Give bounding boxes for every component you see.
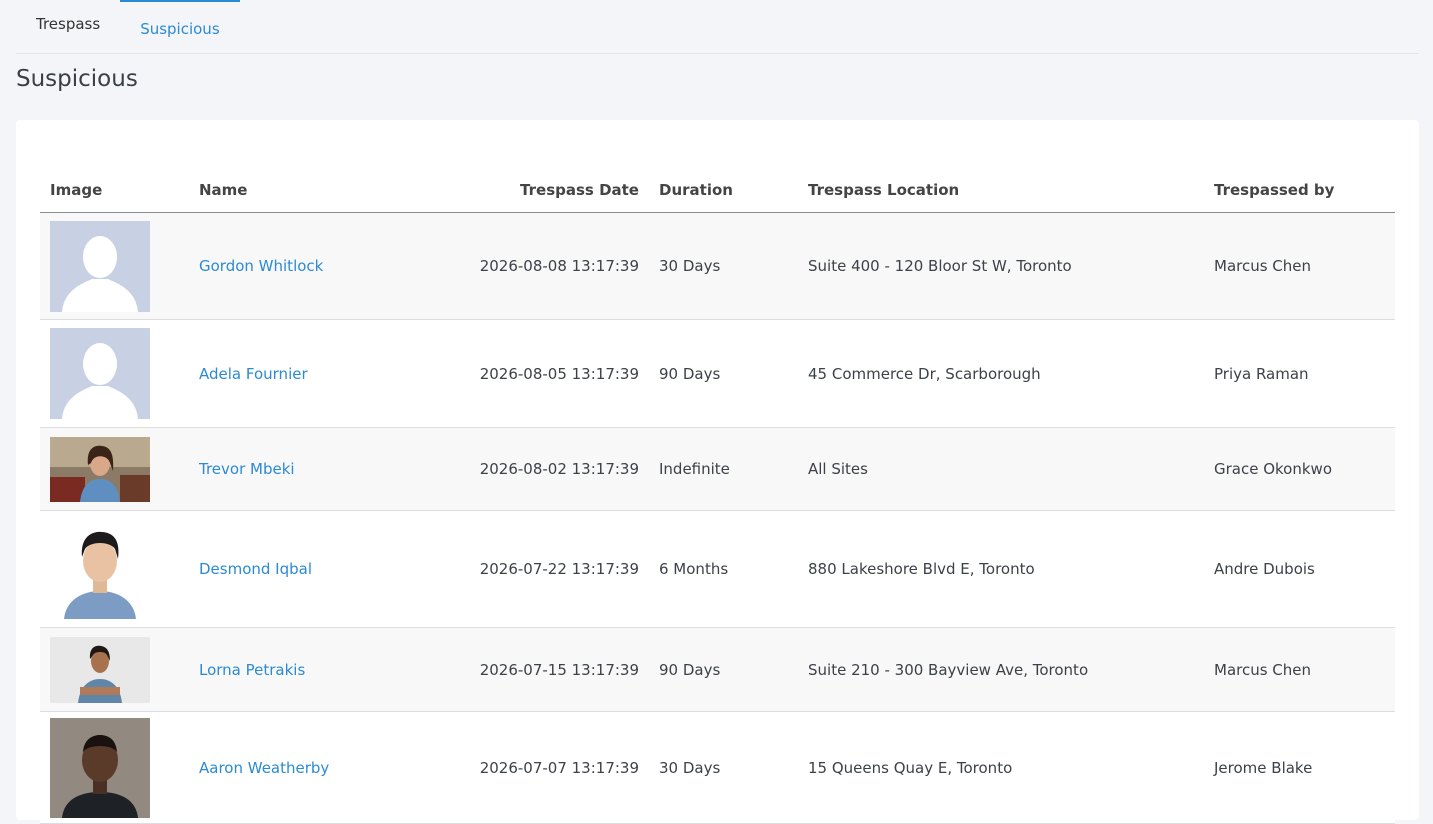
- person-photo: [50, 519, 150, 619]
- person-photo: [50, 717, 150, 818]
- person-name-link[interactable]: Trevor Mbeki: [199, 460, 295, 478]
- row-name-cell: Adela Fournier: [189, 319, 409, 428]
- row-trespassed-by-cell: Marcus Chen: [1204, 212, 1395, 320]
- column-header-name[interactable]: Name: [189, 168, 409, 213]
- row-duration-cell: 6 Months: [649, 510, 798, 628]
- row-name-cell: Desmond Iqbal: [189, 510, 409, 628]
- row-trespassed-by-cell: Grace Okonkwo: [1204, 427, 1395, 511]
- row-duration-cell: Indefinite: [649, 427, 798, 511]
- row-duration-cell: 90 Days: [649, 627, 798, 712]
- row-image-cell: [40, 427, 189, 511]
- row-location-cell: All Sites: [798, 427, 1204, 511]
- column-header-trespass-location[interactable]: Trespass Location: [798, 168, 1204, 213]
- row-duration-cell: 30 Days: [649, 212, 798, 320]
- row-date-cell: 2026-08-08 13:17:39: [409, 212, 649, 320]
- placeholder-avatar-icon: [50, 220, 150, 312]
- row-location-cell: 15 Queens Quay E, Toronto: [798, 711, 1204, 824]
- person-photo: [50, 436, 150, 502]
- row-date-cell: 2026-08-02 13:17:39: [409, 427, 649, 511]
- table-row[interactable]: Gordon Whitlock 2026-08-08 13:17:39 30 D…: [40, 212, 1395, 320]
- row-name-cell: Trevor Mbeki: [189, 427, 409, 511]
- suspicious-table: Image Name Trespass Date Duration Trespa…: [40, 168, 1395, 824]
- suspicious-table-card: Image Name Trespass Date Duration Trespa…: [16, 120, 1419, 824]
- row-name-cell: Aaron Weatherby: [189, 711, 409, 824]
- row-date-cell: 2026-07-22 13:17:39: [409, 510, 649, 628]
- row-trespassed-by-cell: Jerome Blake: [1204, 711, 1395, 824]
- row-date-cell: 2026-08-05 13:17:39: [409, 319, 649, 428]
- tab-trespass[interactable]: Trespass: [16, 0, 120, 53]
- row-duration-cell: 30 Days: [649, 711, 798, 824]
- column-header-trespassed-by[interactable]: Trespassed by: [1204, 168, 1395, 213]
- page-title: Suspicious: [16, 66, 138, 92]
- table-header-row: Image Name Trespass Date Duration Trespa…: [40, 168, 1395, 213]
- person-name-link[interactable]: Desmond Iqbal: [199, 560, 312, 578]
- row-date-cell: 2026-07-15 13:17:39: [409, 627, 649, 712]
- person-photo: [50, 636, 150, 703]
- row-image-cell: [40, 510, 189, 628]
- table-row[interactable]: Adela Fournier 2026-08-05 13:17:39 90 Da…: [40, 319, 1395, 428]
- column-header-image[interactable]: Image: [40, 168, 189, 213]
- table-row[interactable]: Desmond Iqbal 2026-07-22 13:17:39 6 Mont…: [40, 510, 1395, 628]
- placeholder-avatar-icon: [50, 328, 150, 419]
- person-name-link[interactable]: Lorna Petrakis: [199, 661, 305, 679]
- row-trespassed-by-cell: Priya Raman: [1204, 319, 1395, 428]
- person-name-link[interactable]: Gordon Whitlock: [199, 257, 323, 275]
- row-duration-cell: 90 Days: [649, 319, 798, 428]
- row-location-cell: Suite 400 - 120 Bloor St W, Toronto: [798, 212, 1204, 320]
- row-name-cell: Lorna Petrakis: [189, 627, 409, 712]
- column-header-duration[interactable]: Duration: [649, 168, 798, 213]
- row-name-cell: Gordon Whitlock: [189, 212, 409, 320]
- person-name-link[interactable]: Aaron Weatherby: [199, 759, 329, 777]
- person-name-link[interactable]: Adela Fournier: [199, 365, 308, 383]
- tab-bar: Trespass Suspicious: [16, 0, 1419, 54]
- row-location-cell: 880 Lakeshore Blvd E, Toronto: [798, 510, 1204, 628]
- row-image-cell: [40, 319, 189, 428]
- tab-suspicious[interactable]: Suspicious: [120, 0, 240, 53]
- row-location-cell: 45 Commerce Dr, Scarborough: [798, 319, 1204, 428]
- row-trespassed-by-cell: Marcus Chen: [1204, 627, 1395, 712]
- table-row[interactable]: Aaron Weatherby 2026-07-07 13:17:39 30 D…: [40, 711, 1395, 824]
- row-image-cell: [40, 627, 189, 712]
- table-row[interactable]: Trevor Mbeki 2026-08-02 13:17:39 Indefin…: [40, 427, 1395, 511]
- row-date-cell: 2026-07-07 13:17:39: [409, 711, 649, 824]
- row-image-cell: [40, 711, 189, 824]
- column-header-trespass-date[interactable]: Trespass Date: [409, 168, 649, 213]
- row-image-cell: [40, 212, 189, 320]
- table-row[interactable]: Lorna Petrakis 2026-07-15 13:17:39 90 Da…: [40, 627, 1395, 712]
- row-trespassed-by-cell: Andre Dubois: [1204, 510, 1395, 628]
- row-location-cell: Suite 210 - 300 Bayview Ave, Toronto: [798, 627, 1204, 712]
